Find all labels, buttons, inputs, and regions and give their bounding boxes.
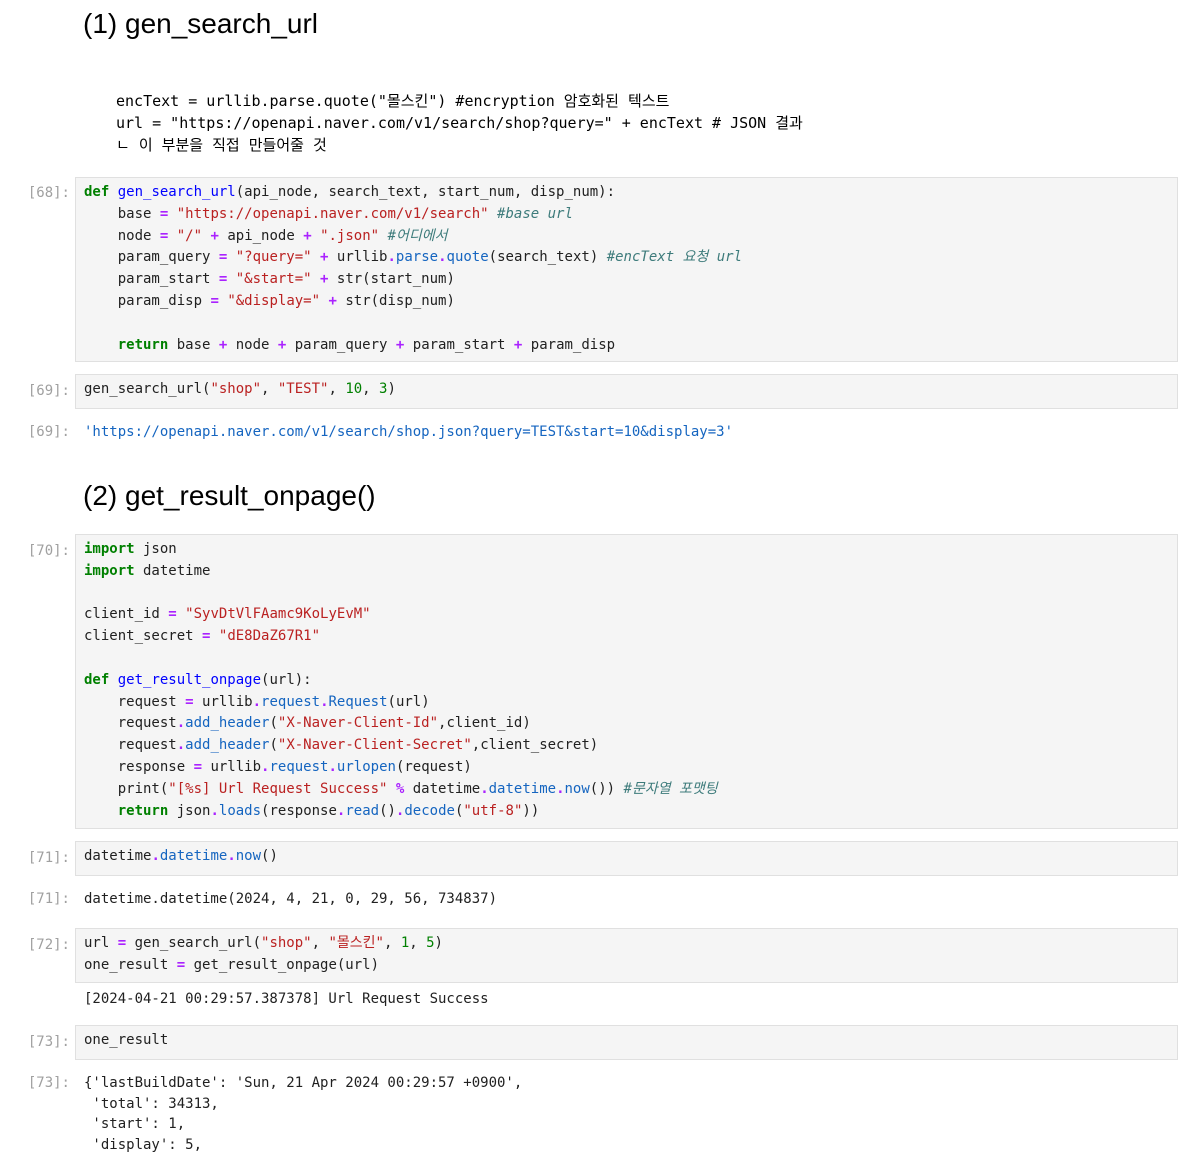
cell-70-input[interactable]: import json import datetime client_id = … [75, 534, 1178, 829]
cell-68-code: def gen_search_url(api_node, search_text… [84, 184, 743, 353]
markdown-heading-get-result-onpage: (2) get_result_onpage() [83, 480, 376, 511]
markdown-code-block: encText = urllib.parse.quote("몰스킨") #enc… [116, 90, 803, 156]
md-code-line: ㄴ 이 부분을 직접 만들어줄 것 [116, 136, 327, 154]
cell-68-prompt: [68]: [27, 185, 70, 201]
cell-73-code: one_result [84, 1032, 169, 1048]
md-code-line: encText = urllib.parse.quote("몰스킨") #enc… [116, 92, 670, 110]
cell-69-code: gen_search_url("shop", "TEST", 10, 3) [84, 381, 396, 397]
output-line: 'total': 34313, [84, 1095, 219, 1112]
cell-72-input[interactable]: url = gen_search_url("shop", "몰스킨", 1, 5… [75, 928, 1178, 983]
cell-71-code: datetime.datetime.now() [84, 848, 278, 864]
md-code-line: url = "https://openapi.naver.com/v1/sear… [116, 114, 803, 132]
cell-70-prompt: [70]: [27, 543, 70, 559]
cell-73-prompt: [73]: [27, 1034, 70, 1050]
cell-69-prompt: [69]: [27, 383, 70, 399]
output-line: 'display': 5, [84, 1136, 203, 1153]
cell-73-output-prompt: [73]: [27, 1075, 70, 1091]
cell-71-output-prompt: [71]: [27, 891, 70, 907]
output-line: {'lastBuildDate': 'Sun, 21 Apr 2024 00:2… [84, 1075, 523, 1091]
cell-70-code: import json import datetime client_id = … [84, 541, 718, 819]
cell-71-output: datetime.datetime(2024, 4, 21, 0, 29, 56… [84, 891, 498, 907]
cell-69-output-prompt: [69]: [27, 424, 70, 440]
cell-72-stdout: [2024-04-21 00:29:57.387378] Url Request… [84, 991, 489, 1007]
cell-73-output: {'lastBuildDate': 'Sun, 21 Apr 2024 00:2… [84, 1073, 522, 1155]
output-line: 'start': 1, [84, 1116, 186, 1132]
cell-72-code: url = gen_search_url("shop", "몰스킨", 1, 5… [84, 935, 443, 973]
cell-68-input[interactable]: def gen_search_url(api_node, search_text… [75, 177, 1178, 362]
cell-73-input[interactable]: one_result [75, 1025, 1178, 1060]
cell-69-output: 'https://openapi.naver.com/v1/search/sho… [84, 424, 734, 440]
cell-72-prompt: [72]: [27, 937, 70, 953]
cell-71-input[interactable]: datetime.datetime.now() [75, 841, 1178, 876]
markdown-heading-gen-search-url: (1) gen_search_url [83, 8, 319, 39]
cell-69-input[interactable]: gen_search_url("shop", "TEST", 10, 3) [75, 374, 1178, 409]
cell-71-prompt: [71]: [27, 850, 70, 866]
